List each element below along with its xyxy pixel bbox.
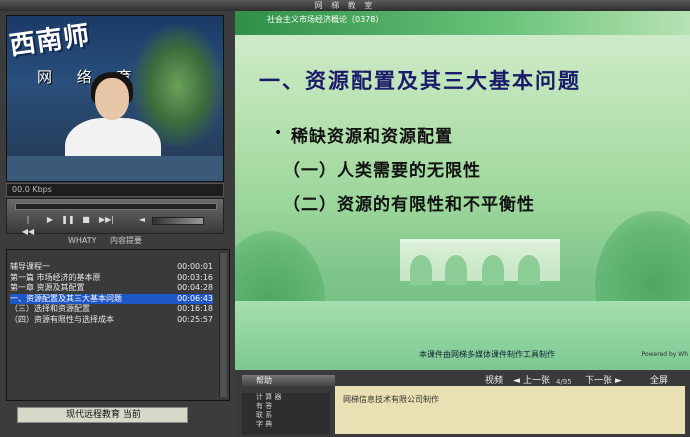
player-controls: |◀◀ ▶ ❚❚ ■ ▶▶| ◄ bbox=[6, 198, 224, 236]
bridge-arch bbox=[410, 255, 432, 285]
contents-item-label: （四）资源有限性与选择成本 bbox=[10, 314, 114, 324]
help-bar[interactable]: 帮助 bbox=[242, 375, 335, 386]
contents-item-time: 00:04:28 bbox=[177, 283, 213, 293]
status-label: 现代远程教育 当前 bbox=[66, 408, 141, 422]
contents-item-time: 00:00:01 bbox=[177, 262, 213, 271]
slide-area: 社会主义市场经济概论（0378） 一、资源配置及其三大基本问题 • 稀缺资源和资… bbox=[235, 11, 690, 370]
skip-back-icon[interactable]: |◀◀ bbox=[21, 214, 35, 236]
bitrate-text: 00.0 Kbps bbox=[12, 185, 52, 194]
status-text: 现代远程教育 bbox=[66, 410, 121, 420]
contents-item-time: 00:03:16 bbox=[177, 272, 213, 282]
video-player[interactable]: 西南师 网 络 育 bbox=[6, 15, 224, 182]
contents-item-time: 00:25:57 bbox=[177, 314, 213, 324]
contents-item[interactable]: 第一章 资源及其配置 00:04:28 bbox=[10, 283, 213, 294]
info-box: 网梯信息技术有限公司制作 bbox=[335, 386, 685, 434]
bridge-arch bbox=[445, 255, 467, 285]
contents-item[interactable]: 第一篇 市场经济的基本原 00:03:16 bbox=[10, 273, 213, 284]
slide-top-band: 社会主义市场经济概论（0378） bbox=[235, 11, 690, 35]
contents-list-box: 辅导课程一 00:00:01 第一篇 市场经济的基本原 00:03:16 第一章 资源及… bbox=[6, 249, 230, 401]
slide-line-2: （一）人类需要的无限性 bbox=[283, 161, 481, 181]
bitrate-bar: 00.0 Kbps bbox=[6, 183, 224, 197]
tool-answer[interactable]: 有 答 bbox=[242, 402, 330, 411]
status-suffix: 当前 bbox=[122, 410, 141, 420]
course-title: 社会主义市场经济概论（0378） bbox=[267, 15, 384, 24]
slide-footer: 本课件由网梯多媒体课件制作工具制作 bbox=[419, 350, 555, 359]
status-box: 现代远程教育 当前 bbox=[17, 407, 188, 423]
contents-item-label: 辅导课程一 bbox=[10, 262, 50, 271]
seek-bar[interactable] bbox=[15, 203, 217, 210]
bottom-toolbar: 帮助 视频 ◄ 上一张 4/95 下一张 ► 全屏 计 算 器 有 答 联 系 … bbox=[235, 370, 690, 437]
brand-label: WHATY bbox=[68, 236, 97, 245]
bridge bbox=[400, 239, 560, 285]
speaker-icon[interactable]: ◄ bbox=[135, 214, 149, 226]
contents-title: 内容提要 bbox=[110, 236, 142, 245]
list-scrollbar[interactable] bbox=[219, 253, 227, 397]
contents-list: 辅导课程一 00:00:01 第一篇 市场经济的基本原 00:03:16 第一章 资源及… bbox=[10, 262, 213, 326]
contents-item[interactable]: （四）资源有限性与选择成本 00:25:57 bbox=[10, 315, 213, 326]
contents-item-label: 一、资源配置及其三大基本问题 bbox=[10, 293, 122, 303]
video-desk bbox=[7, 156, 223, 181]
help-label: 帮助 bbox=[256, 376, 272, 385]
skip-forward-icon[interactable]: ▶▶| bbox=[99, 214, 114, 226]
tool-contact[interactable]: 联 系 bbox=[242, 411, 330, 420]
slide-heading: 一、资源配置及其三大基本问题 bbox=[259, 68, 581, 93]
window-title: 网 梯 教 室 bbox=[314, 1, 376, 10]
slide-line-3: （二）资源的有限性和不平衡性 bbox=[283, 195, 535, 215]
contents-item-label: 第一篇 市场经济的基本原 bbox=[10, 272, 101, 282]
bridge-arch bbox=[482, 255, 504, 285]
lecturer-face bbox=[95, 78, 129, 120]
info-text: 网梯信息技术有限公司制作 bbox=[343, 395, 439, 404]
tool-dictionary[interactable]: 字 典 bbox=[242, 420, 330, 429]
tool-list: 计 算 器 有 答 联 系 字 典 bbox=[242, 393, 330, 435]
stop-icon[interactable]: ■ bbox=[79, 214, 93, 226]
contents-item-time: 00:16:18 bbox=[177, 304, 213, 314]
page-indicator: 4/95 bbox=[556, 378, 572, 386]
bullet-icon: • bbox=[274, 125, 283, 141]
pause-icon[interactable]: ❚❚ bbox=[61, 214, 75, 226]
volume-slider[interactable] bbox=[152, 217, 204, 225]
slide-line-1: 稀缺资源和资源配置 bbox=[291, 127, 453, 147]
tool-calculator[interactable]: 计 算 器 bbox=[242, 393, 330, 402]
play-icon[interactable]: ▶ bbox=[43, 214, 57, 226]
contents-item-label: （三）选择和资源配置 bbox=[10, 304, 90, 314]
contents-header: WHATY 内容提要 bbox=[6, 235, 222, 246]
window-title-bar: 网 梯 教 室 bbox=[0, 0, 690, 11]
bridge-arch bbox=[518, 255, 540, 285]
powered-by: Powered by Wh bbox=[641, 351, 688, 358]
contents-item-time: 00:06:43 bbox=[177, 293, 213, 303]
contents-item-label: 第一章 资源及其配置 bbox=[10, 283, 85, 293]
contents-item[interactable]: （三）选择和资源配置 00:16:18 bbox=[10, 304, 213, 315]
contents-item[interactable]: 辅导课程一 00:00:01 bbox=[10, 262, 213, 273]
contents-item[interactable]: 一、资源配置及其三大基本问题 00:06:43 bbox=[10, 293, 213, 305]
